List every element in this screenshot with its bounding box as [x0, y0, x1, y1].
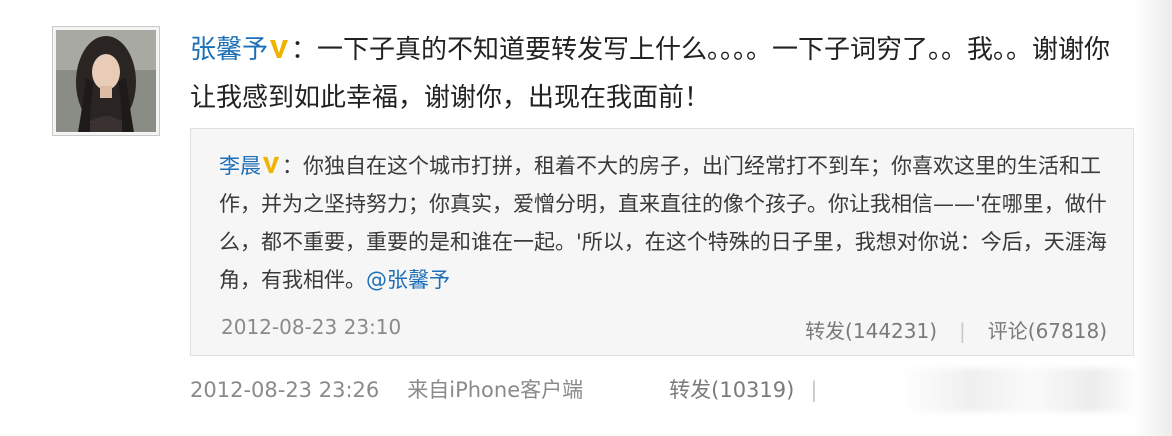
- post-footer: 2012-08-23 23:26 来自iPhone客户端 转发(10319) |: [190, 374, 910, 404]
- post-content: 张馨予 ：一下子真的不知道要转发写上什么。。。。一下子词穷了。。我。。谢谢你让我感…: [190, 26, 1130, 122]
- post-text: 一下子真的不知道要转发写上什么。。。。一下子词穷了。。我。。谢谢你让我感到如此幸…: [190, 35, 1111, 113]
- retweet-text: 你独自在这个城市打拼，租着不大的房子，出门经常打不到车；你喜欢这里的生活和工作，…: [219, 154, 1107, 292]
- blurred-actions-region: [900, 368, 1140, 412]
- retweet-comment-link[interactable]: 评论(67818): [988, 319, 1107, 343]
- post-author-link[interactable]: 张馨予: [190, 35, 268, 65]
- avatar[interactable]: [52, 26, 160, 136]
- retweet-separator: |: [959, 319, 966, 343]
- post-separator: |: [810, 378, 818, 402]
- retweet-colon: ：: [282, 154, 303, 178]
- user-avatar-icon: [56, 30, 156, 132]
- retweet-author-link[interactable]: 李晨: [219, 154, 261, 178]
- retweet-forward-link[interactable]: 转发(144231): [805, 319, 937, 343]
- retweet-content: 李晨 ：你独自在这个城市打拼，租着不大的房子，出门经常打不到车；你喜欢这里的生活和…: [219, 147, 1109, 299]
- retweet-timestamp[interactable]: 2012-08-23 23:10: [221, 315, 401, 339]
- mention-link[interactable]: @张馨予: [366, 268, 450, 292]
- verified-badge-icon: [262, 156, 280, 174]
- retweet-actions: 转发(144231) | 评论(67818): [805, 315, 1107, 344]
- retweet-card: 李晨 ：你独自在这个城市打拼，租着不大的房子，出门经常打不到车；你喜欢这里的生活和…: [190, 128, 1134, 356]
- post-source: 来自iPhone客户端: [407, 378, 584, 402]
- post-colon: ：: [291, 35, 318, 65]
- post-forward-link[interactable]: 转发(10319): [669, 378, 794, 402]
- verified-badge-icon: [270, 40, 289, 58]
- post-timestamp[interactable]: 2012-08-23 23:26: [190, 378, 379, 402]
